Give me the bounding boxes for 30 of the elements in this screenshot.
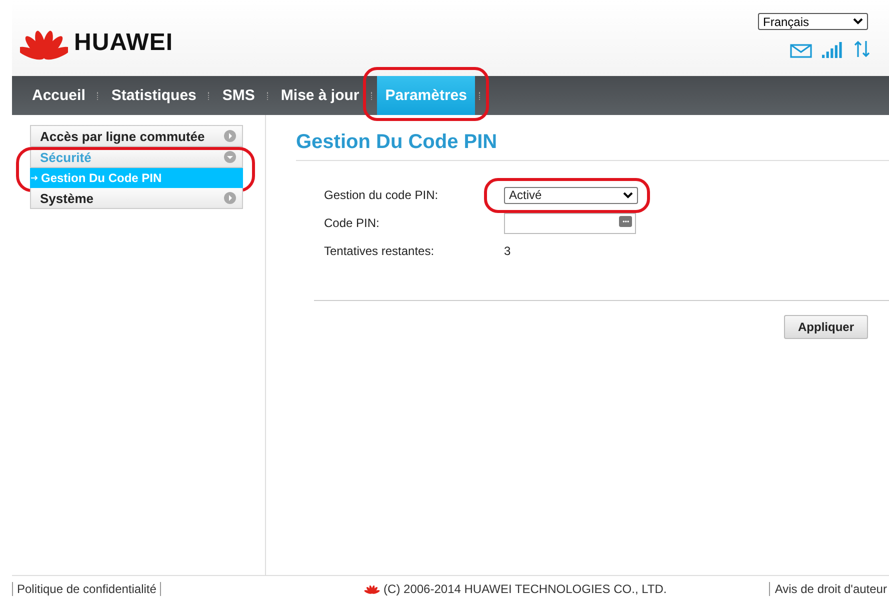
field-label: Tentatives restantes:	[324, 244, 436, 258]
nav-tab[interactable]: Statistiques	[103, 79, 204, 112]
apply-button[interactable]: Appliquer	[784, 315, 868, 339]
sidebar-item[interactable]: Système	[30, 188, 243, 209]
transfer-arrows-icon	[854, 40, 870, 58]
nav-tab[interactable]: Accueil	[24, 79, 94, 112]
expand-icon	[224, 130, 236, 142]
logo-icon	[364, 584, 380, 594]
field-label: Code PIN:	[324, 216, 380, 230]
password-icon[interactable]	[619, 216, 632, 226]
collapse-icon	[224, 151, 236, 163]
page-title: Gestion Du Code PIN	[296, 131, 889, 161]
envelope-icon[interactable]	[790, 44, 812, 58]
sidebar-item[interactable]: Accès par ligne commutée	[30, 125, 243, 147]
chevron-down-icon	[623, 192, 633, 198]
nav-tab[interactable]: SMS	[214, 79, 263, 112]
field-label: Gestion du code PIN:	[324, 188, 440, 202]
signal-icon	[822, 42, 844, 58]
pin-mode-select[interactable]: Activé	[504, 186, 638, 204]
copyright-text: (C) 2006-2014 HUAWEI TECHNOLOGIES CO., LTD.	[384, 582, 667, 596]
expand-icon	[224, 192, 236, 204]
chevron-down-icon	[853, 18, 863, 25]
language-select[interactable]: Français	[758, 13, 868, 30]
brand-name: HUAWEI	[74, 29, 173, 57]
pin-input-field[interactable]	[504, 212, 636, 234]
nav-tab[interactable]: Mise à jour	[272, 79, 368, 112]
arrow-icon	[31, 175, 39, 181]
field-value: 3	[504, 244, 511, 258]
copyright-notice-link[interactable]: Avis de droit d'auteur	[768, 582, 887, 596]
privacy-link[interactable]: Politique de confidentialité	[12, 582, 162, 596]
